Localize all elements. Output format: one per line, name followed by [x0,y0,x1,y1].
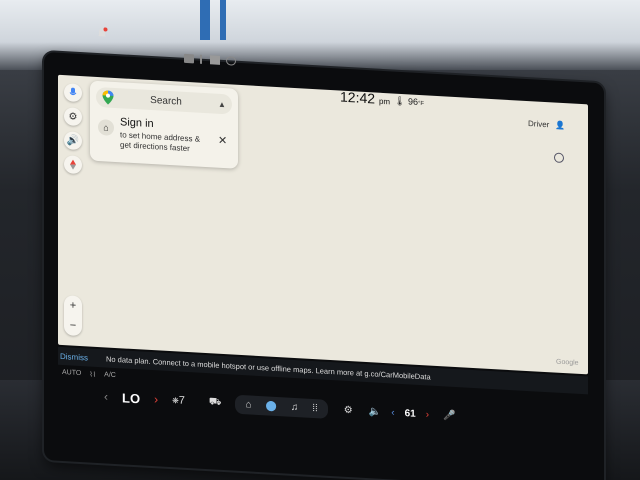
temp-down-button[interactable]: ‹ [104,389,108,403]
driver-profile[interactable]: Driver 👤 [528,119,565,130]
signin-prompt[interactable]: ⌂ Sign in to set home address & get dire… [96,113,232,165]
status-icons [184,53,236,66]
fan-icon: ❋ [172,396,179,406]
settings-button[interactable]: ⚙ [64,107,82,127]
car-icon[interactable]: ⛟ [209,396,222,410]
outside-post [200,0,210,40]
clock-time: 12:42 [340,88,376,107]
left-temperature: LO [122,389,141,406]
map-attribution: Google [556,358,579,367]
map-screen[interactable]: 12:42 pm 🌡 96°F Driver 👤 ⚙ 🔊 Search ▲ ⌂ … [58,53,588,375]
temp-up-button[interactable]: › [154,392,158,406]
compass-icon [70,159,76,170]
outside-temperature: 🌡 96°F [394,96,424,109]
clock-ampm: pm [378,96,391,107]
auto-label[interactable]: AUTO [62,369,81,378]
temperature-value: 96 [407,96,418,107]
infotainment-display: 12:42 pm 🌡 96°F Driver 👤 ⚙ 🔊 Search ▲ ⌂ … [44,27,604,480]
phone-icon [210,55,220,65]
volume-up-button[interactable]: › [426,409,429,420]
speaker-icon: 🔊 [66,134,80,147]
climate-status: AUTO ⌇⌇ A/C [62,369,116,380]
temperature-unit: °F [417,100,425,108]
home-icon[interactable]: ⌂ [245,399,251,410]
google-maps-pin-icon [102,90,114,105]
close-icon[interactable]: ✕ [218,134,227,148]
gear-icon[interactable]: ⚙ [344,404,353,416]
bluetooth-icon [200,54,204,64]
thermometer-icon: 🌡 [394,95,406,107]
home-icon: ⌂ [98,119,114,136]
check-icon [226,56,236,66]
fan-speed-value: 7 [178,394,185,407]
message-icon [184,53,194,64]
airflow-icon[interactable]: ⌇⌇ [89,371,96,379]
map-side-controls: ⚙ 🔊 [64,83,82,175]
apps-grid-icon[interactable]: ⁞⁞ [312,402,318,413]
volume-level: 61 [404,407,416,420]
car-interior: 12:42 pm 🌡 96°F Driver 👤 ⚙ 🔊 Search ▲ ⌂ … [0,0,640,480]
volume-down-button[interactable]: ‹ [391,407,394,418]
music-icon[interactable]: ♫ [291,401,299,412]
search-bar[interactable]: Search ▲ [96,86,232,115]
clock: 12:42 pm [340,89,390,108]
sound-button[interactable]: 🔊 [64,131,82,151]
speaker-icon: 🔈 [368,405,382,418]
mic-icon[interactable]: 🎤 [443,410,455,422]
driver-label: Driver [528,119,550,130]
mic-icon [69,87,77,96]
navigation-icon[interactable]: ⬤ [266,400,277,412]
app-launcher: ⌂ ⬤ ♫ ⁞⁞ [235,394,328,419]
dismiss-button[interactable]: Dismiss [60,351,88,362]
search-card: Search ▲ ⌂ Sign in to set home address &… [90,80,238,169]
bell-icon[interactable] [96,27,108,40]
fan-speed[interactable]: ❋7 [172,394,185,407]
signin-description: to set home address & get directions fas… [120,130,201,154]
zoom-in-button[interactable]: + [70,299,76,311]
signin-title: Sign in [120,116,154,131]
compass-button[interactable] [64,155,82,175]
outside-post [220,0,226,40]
mic-button[interactable] [64,83,82,103]
ac-label[interactable]: A/C [104,371,116,380]
zoom-out-button[interactable]: − [70,319,76,331]
chevron-up-icon[interactable]: ▲ [218,99,232,109]
account-icon[interactable] [554,152,564,164]
search-label: Search [150,94,182,108]
zoom-controls: + − [64,295,82,337]
user-icon: 👤 [555,120,566,131]
gear-icon: ⚙ [68,110,78,123]
